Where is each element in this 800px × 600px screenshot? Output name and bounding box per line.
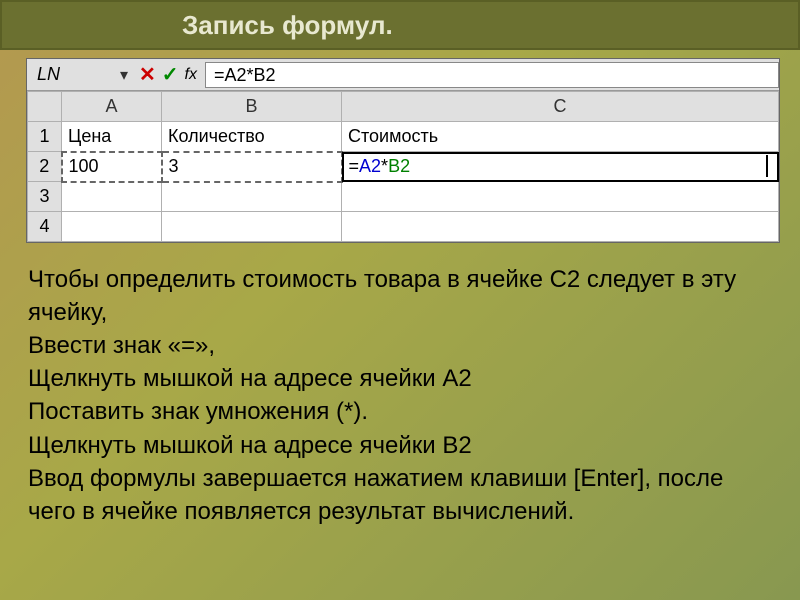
cell-c4[interactable]: [342, 212, 779, 242]
table-row: 3: [28, 182, 779, 212]
instruction-line: Ввод формулы завершается нажатием клавиш…: [28, 462, 772, 528]
cell-b2[interactable]: 3: [162, 152, 342, 182]
instruction-line: Щелкнуть мышкой на адресе ячейки В2: [28, 429, 772, 462]
col-header-b[interactable]: B: [162, 92, 342, 122]
instruction-line: Поставить знак умножения (*).: [28, 395, 772, 428]
instruction-text: Чтобы определить стоимость товара в ячей…: [28, 263, 772, 528]
cell-a2[interactable]: 100: [62, 152, 162, 182]
col-header-a[interactable]: A: [62, 92, 162, 122]
table-row: 4: [28, 212, 779, 242]
row-header[interactable]: 2: [28, 152, 62, 182]
table-row: 2 100 3 =A2*B2: [28, 152, 779, 182]
row-header[interactable]: 3: [28, 182, 62, 212]
instruction-line: Чтобы определить стоимость товара в ячей…: [28, 263, 772, 329]
cell-a3[interactable]: [62, 182, 162, 212]
cell-c1[interactable]: Стоимость: [342, 122, 779, 152]
row-header[interactable]: 4: [28, 212, 62, 242]
enter-icon[interactable]: ✓: [162, 62, 179, 87]
cell-b3[interactable]: [162, 182, 342, 212]
formula-input[interactable]: =A2*B2: [205, 62, 779, 88]
formula-bar-buttons: ▾ ✕ ✓ fx: [107, 62, 205, 87]
instruction-line: Щелкнуть мышкой на адресе ячейки А2: [28, 362, 772, 395]
cell-a1[interactable]: Цена: [62, 122, 162, 152]
cell-b4[interactable]: [162, 212, 342, 242]
slide-title-bar: Запись формул.: [0, 0, 800, 50]
cell-a4[interactable]: [62, 212, 162, 242]
spreadsheet-grid: A B C 1 Цена Количество Стоимость 2 100 …: [27, 91, 779, 242]
dropdown-icon[interactable]: ▾: [115, 66, 133, 84]
cell-b1[interactable]: Количество: [162, 122, 342, 152]
formula-bar: LN ▾ ✕ ✓ fx =A2*B2: [27, 59, 779, 91]
cancel-icon[interactable]: ✕: [139, 62, 156, 87]
name-box[interactable]: LN: [27, 64, 107, 85]
cell-c2[interactable]: =A2*B2: [342, 152, 779, 182]
excel-screenshot: LN ▾ ✕ ✓ fx =A2*B2 A B C 1 Цена Количест…: [26, 58, 780, 243]
corner-cell[interactable]: [28, 92, 62, 122]
instruction-line: Ввести знак «=»,: [28, 329, 772, 362]
fx-icon[interactable]: fx: [185, 66, 197, 84]
table-row: 1 Цена Количество Стоимость: [28, 122, 779, 152]
col-header-c[interactable]: C: [342, 92, 779, 122]
slide-title: Запись формул.: [182, 10, 393, 41]
cell-c3[interactable]: [342, 182, 779, 212]
row-header[interactable]: 1: [28, 122, 62, 152]
